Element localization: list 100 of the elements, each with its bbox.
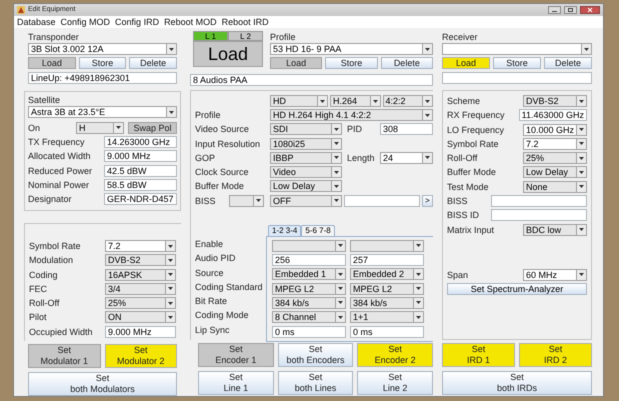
button[interactable]: Load (270, 57, 322, 69)
input-field[interactable]: 308 (380, 123, 433, 136)
dropdown[interactable]: 384 kb/s (272, 296, 346, 309)
dropdown[interactable]: MPEG L2 (350, 282, 424, 295)
dropdown[interactable]: DVB-S2 (523, 95, 587, 107)
tab[interactable]: L 2 (228, 31, 263, 41)
dropdown[interactable]: 7.2 (105, 240, 176, 252)
input-field[interactable]: 42.5 dBW (104, 164, 177, 177)
dropdown[interactable]: HD (270, 95, 328, 107)
dropdown[interactable]: Low Delay (270, 180, 342, 192)
dropdown[interactable]: IBBP (270, 152, 342, 164)
dropdown[interactable]: Embedded 1 (272, 268, 346, 280)
dropdown[interactable]: 3/4 (105, 282, 176, 295)
input-field[interactable]: GER-NDR-D457 (104, 193, 177, 206)
button[interactable]: Set Line 2 (357, 371, 434, 395)
dropdown[interactable]: 25% (105, 297, 176, 310)
dropdown[interactable]: 16APSK (105, 268, 176, 281)
menu-item[interactable]: Database (17, 16, 56, 28)
tab[interactable]: 1-2 3-4 (268, 224, 302, 236)
button[interactable]: Load (28, 57, 76, 69)
dropdown[interactable]: 1+1 (350, 311, 424, 324)
dropdown[interactable]: 60 MHz (523, 268, 587, 281)
dropdown[interactable]: 4:2:2 (382, 95, 433, 107)
dropdown[interactable]: OFF (270, 194, 342, 207)
dropdown[interactable]: Embedded 2 (350, 268, 424, 280)
button[interactable]: Set Spectrum-Analyzer (447, 283, 587, 295)
dropdown[interactable] (442, 43, 592, 55)
dropdown[interactable] (350, 240, 424, 252)
button[interactable]: > (422, 194, 433, 207)
dropdown[interactable]: Astra 3B at 23.5°E (28, 106, 177, 118)
button[interactable]: Store (493, 57, 541, 69)
button[interactable]: Set both IRDs (442, 371, 592, 395)
dropdown[interactable]: 10.000 GHz (522, 124, 587, 136)
button[interactable]: Set IRD 1 (442, 343, 515, 367)
dropdown[interactable]: 1080i25 (270, 138, 342, 150)
dropdown[interactable]: H (76, 122, 124, 134)
input-field[interactable] (442, 72, 592, 84)
input-field[interactable]: 0 ms (272, 326, 346, 338)
input-field[interactable]: 11.463000 GHz (518, 109, 587, 122)
dropdown[interactable]: 24 (380, 152, 433, 164)
input-field[interactable]: 8 Audios PAA (190, 74, 433, 86)
caret-icon (584, 48, 589, 50)
dropdown[interactable] (272, 240, 346, 252)
dropdown[interactable]: SDI (270, 123, 342, 136)
dropdown[interactable]: 8 Channel (272, 311, 346, 324)
dropdown[interactable]: 7.2 (523, 138, 587, 150)
menu-item[interactable]: Config IRD (115, 16, 160, 28)
input-field[interactable]: 257 (350, 254, 424, 266)
button[interactable]: Delete (380, 57, 433, 69)
button[interactable]: Delete (544, 57, 592, 69)
dropdown[interactable]: DVB-S2 (105, 254, 176, 266)
input-field[interactable] (491, 209, 587, 222)
load-button[interactable]: Load (193, 41, 263, 67)
dropdown[interactable]: None (523, 180, 587, 193)
input-field[interactable]: 14.263000 GHz (104, 136, 177, 148)
dropdown[interactable]: BDC low (523, 224, 587, 236)
input-field[interactable] (491, 195, 587, 208)
input-field[interactable]: LineUp: +498918962301 (28, 72, 177, 84)
input-field[interactable]: 256 (272, 254, 346, 266)
dropdown[interactable]: Low Delay (523, 166, 587, 178)
dropdown[interactable]: ON (105, 311, 176, 324)
button[interactable]: Store (325, 57, 378, 69)
button[interactable]: Set IRD 2 (519, 343, 592, 367)
button[interactable]: Set Encoder 1 (198, 343, 274, 367)
tab[interactable]: 5-6 7-8 (301, 224, 335, 236)
dropdown[interactable] (229, 194, 264, 207)
menu-item[interactable]: Reboot IRD (222, 16, 269, 28)
close-icon[interactable] (580, 6, 600, 14)
dropdown[interactable]: Video (270, 166, 342, 178)
button[interactable]: Set both Lines (278, 371, 354, 395)
dropdown[interactable]: 53 HD 16- 9 PAA (270, 43, 433, 55)
app-icon (17, 6, 25, 14)
input-field[interactable]: 9.000 MHz (105, 326, 176, 338)
button[interactable]: Set Line 1 (198, 371, 274, 395)
caret-icon (579, 100, 584, 102)
input-field[interactable] (344, 194, 420, 207)
dropdown[interactable]: 3B Slot 3.002 12A (28, 43, 177, 55)
dropdown[interactable]: MPEG L2 (272, 282, 346, 295)
caret-icon (579, 156, 584, 160)
maximize-icon[interactable] (564, 6, 577, 14)
dropdown[interactable]: H.264 (330, 95, 380, 107)
dropdown[interactable]: 25% (523, 152, 587, 164)
button[interactable]: Set Encoder 2 (357, 343, 434, 367)
button[interactable]: Store (78, 57, 126, 69)
button[interactable]: Load (442, 57, 490, 69)
dropdown[interactable]: HD H.264 High 4.1 4:2:2 (270, 109, 433, 121)
button[interactable]: Set Modulator 2 (104, 344, 177, 368)
button[interactable]: Set both Modulators (28, 372, 177, 396)
button[interactable]: Delete (129, 57, 178, 69)
dropdown[interactable]: 384 kb/s (350, 296, 424, 309)
button[interactable]: Set Modulator 1 (28, 344, 100, 368)
input-field[interactable]: 0 ms (350, 326, 424, 338)
input-field[interactable]: 58.5 dBW (104, 178, 177, 191)
minimize-icon[interactable] (548, 6, 561, 14)
input-field[interactable]: 9.000 MHz (104, 150, 177, 162)
menu-item[interactable]: Config MOD (60, 16, 110, 28)
menu-item[interactable]: Reboot MOD (164, 16, 217, 28)
button[interactable]: Swap Pol (128, 122, 177, 134)
button[interactable]: Set both Encoders (278, 343, 354, 367)
tab[interactable]: L 1 (193, 31, 228, 41)
